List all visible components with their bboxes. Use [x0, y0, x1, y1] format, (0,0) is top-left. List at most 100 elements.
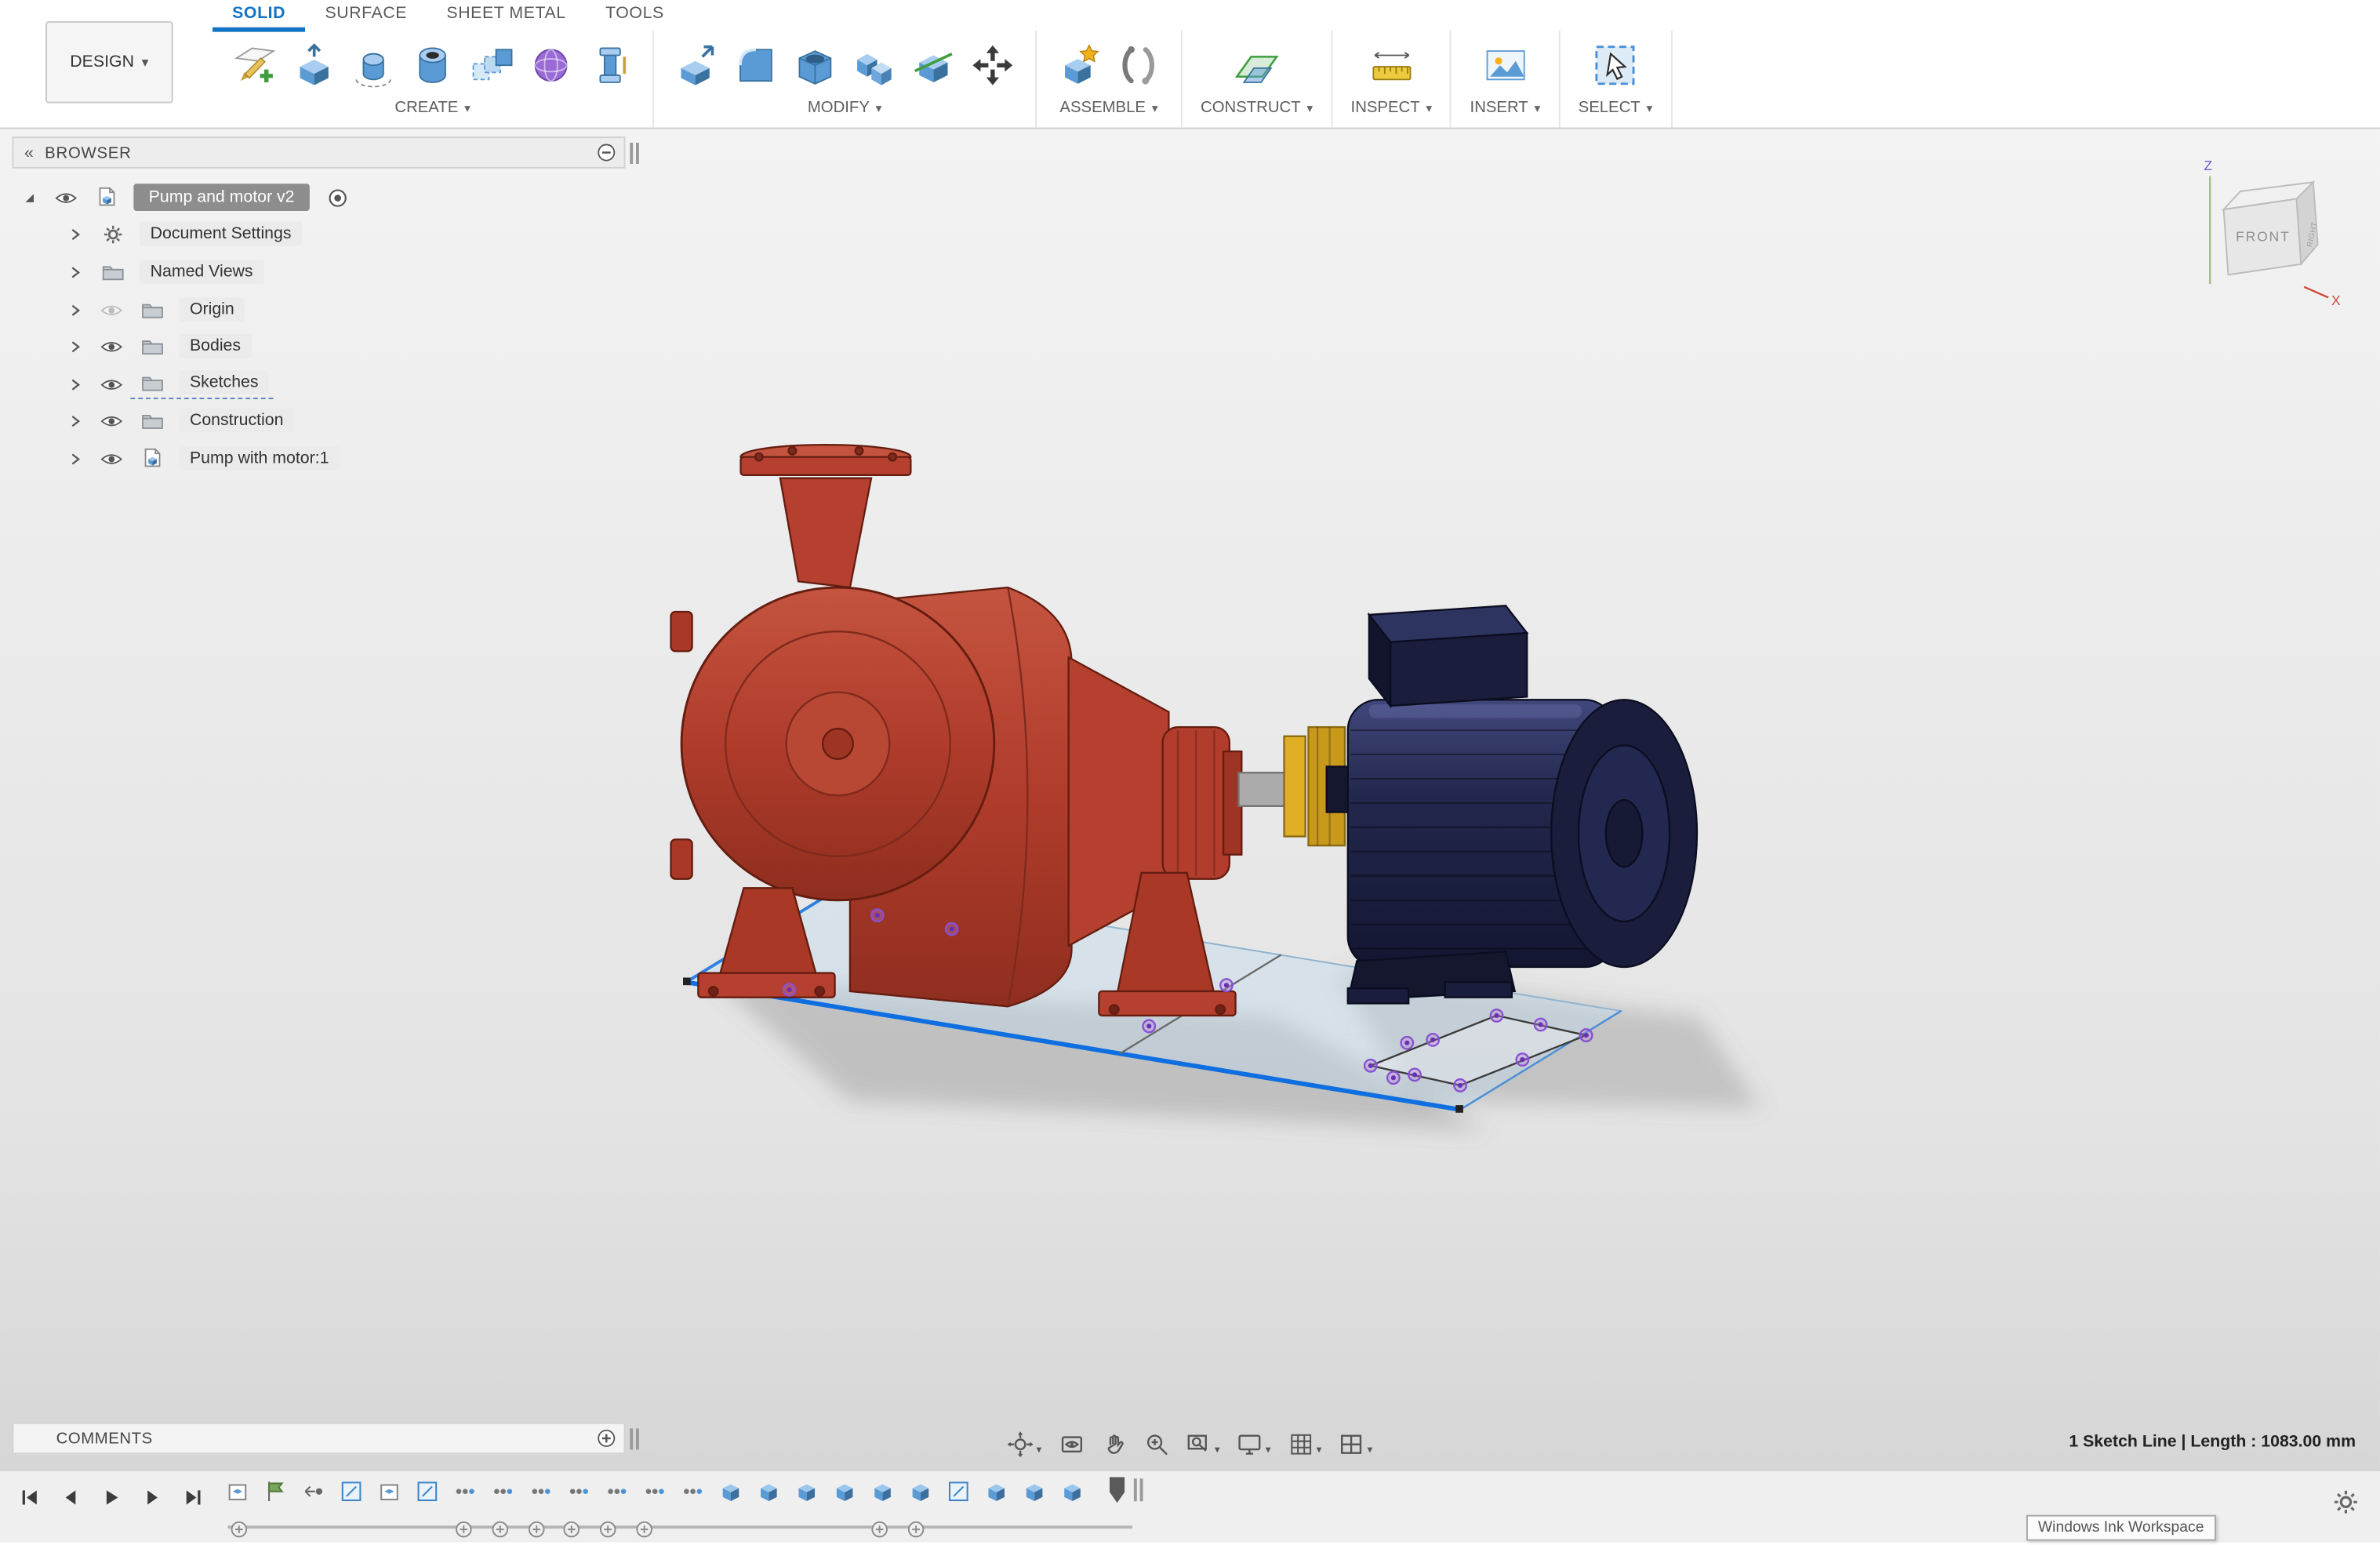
- timeline-feature-5-sketch-icon[interactable]: [414, 1478, 440, 1504]
- collapse-panel-icon[interactable]: «: [24, 144, 35, 162]
- browser-row-sketches[interactable]: Sketches: [58, 365, 626, 403]
- timeline-feature-19-sketch-icon[interactable]: [946, 1478, 972, 1504]
- measure-icon[interactable]: [1367, 41, 1415, 89]
- browser-row-pump-and-motor-v2[interactable]: Pump and motor v2: [12, 179, 625, 216]
- timeline-step-back-button[interactable]: [53, 1481, 87, 1512]
- timeline-feature-10-joint-icon[interactable]: [604, 1478, 630, 1504]
- timeline-group-marker[interactable]: [492, 1518, 508, 1535]
- timeline-skip-to-end-button[interactable]: [176, 1481, 210, 1512]
- rectangular-pattern-icon[interactable]: [467, 41, 516, 89]
- timeline-feature-17-extrude-icon[interactable]: [870, 1478, 896, 1504]
- comments-header[interactable]: COMMENTS: [12, 1423, 625, 1455]
- viewcube[interactable]: Z FRONT RIGHT X: [2198, 153, 2347, 307]
- timeline-feature-18-extrude-icon[interactable]: [907, 1478, 933, 1504]
- timeline-feature-16-extrude-icon[interactable]: [832, 1478, 858, 1504]
- timeline-feature-22-extrude-icon[interactable]: [1059, 1478, 1085, 1504]
- ribbon-group-label-construct[interactable]: CONSTRUCT▾: [1201, 99, 1313, 117]
- look-at-icon[interactable]: [1057, 1430, 1086, 1459]
- create-form-icon[interactable]: [527, 41, 576, 89]
- activate-component-radio[interactable]: [328, 188, 347, 208]
- tab-tools[interactable]: TOOLS: [586, 0, 684, 32]
- create-sketch-icon[interactable]: [231, 41, 279, 89]
- comments-expand-button[interactable]: [595, 1427, 616, 1449]
- ribbon-group-label-modify[interactable]: MODIFY▾: [808, 99, 882, 117]
- timeline-feature-0-component-icon[interactable]: [224, 1478, 250, 1504]
- fillet-icon[interactable]: [732, 41, 780, 89]
- workspace-switcher[interactable]: DESIGN ▾: [45, 21, 173, 104]
- move-copy-icon[interactable]: [968, 41, 1017, 89]
- timeline-feature-2-return-arrow-icon[interactable]: [300, 1478, 326, 1504]
- timeline-feature-1-flag-icon[interactable]: [263, 1478, 289, 1504]
- browser-row-pump-with-motor-1[interactable]: Pump with motor:1: [58, 441, 626, 478]
- visibility-eye-icon[interactable]: [91, 339, 130, 355]
- tab-sheet-metal[interactable]: SHEET METAL: [427, 0, 586, 32]
- timeline-feature-20-extrude-icon[interactable]: [983, 1478, 1009, 1504]
- timeline-slider[interactable]: [227, 1518, 1132, 1536]
- extrude-icon[interactable]: [290, 41, 339, 89]
- joint-icon[interactable]: [1114, 41, 1163, 89]
- revolve-icon[interactable]: [349, 41, 398, 89]
- timeline-feature-7-joint-icon[interactable]: [490, 1478, 516, 1504]
- viewports-icon[interactable]: ▾: [1337, 1430, 1374, 1459]
- comments-panel-resize-handle[interactable]: [630, 1428, 639, 1449]
- timeline-feature-8-joint-icon[interactable]: [529, 1478, 554, 1504]
- browser-panel-resize-handle[interactable]: [630, 143, 639, 164]
- visibility-eye-icon[interactable]: [91, 451, 130, 467]
- timeline-group-marker[interactable]: [231, 1518, 247, 1535]
- combine-icon[interactable]: [850, 41, 899, 89]
- ribbon-group-label-insert[interactable]: INSERT▾: [1470, 99, 1541, 117]
- zoom-icon[interactable]: [1142, 1430, 1171, 1459]
- pan-icon[interactable]: [1099, 1430, 1128, 1459]
- browser-options-button[interactable]: [595, 142, 616, 163]
- timeline-feature-11-joint-icon[interactable]: [642, 1478, 668, 1504]
- select-cursor-icon[interactable]: [1591, 41, 1640, 89]
- timeline-group-marker[interactable]: [636, 1518, 652, 1535]
- timeline-feature-6-joint-icon[interactable]: [452, 1478, 478, 1504]
- tab-solid[interactable]: SOLID: [213, 0, 305, 32]
- timeline-feature-13-extrude-icon[interactable]: [718, 1478, 744, 1504]
- expand-caret-icon[interactable]: [58, 415, 92, 428]
- new-component-icon[interactable]: [1055, 41, 1103, 89]
- timeline-group-marker[interactable]: [528, 1518, 544, 1535]
- visibility-eye-icon[interactable]: [45, 190, 85, 206]
- browser-row-named-views[interactable]: Named Views: [58, 254, 626, 292]
- browser-row-bodies[interactable]: Bodies: [58, 329, 626, 366]
- timeline-step-forward-button[interactable]: [135, 1481, 169, 1512]
- timeline-group-marker[interactable]: [564, 1518, 580, 1535]
- grid-settings-icon[interactable]: ▾: [1286, 1430, 1323, 1459]
- pump-shaft[interactable]: [1238, 772, 1290, 806]
- expand-caret-icon[interactable]: [58, 378, 92, 391]
- timeline-skip-to-start-button[interactable]: [12, 1481, 45, 1512]
- shell-icon[interactable]: [790, 41, 839, 89]
- timeline-group-marker[interactable]: [456, 1518, 472, 1535]
- timeline-feature-9-joint-icon[interactable]: [566, 1478, 592, 1504]
- timeline-feature-12-joint-icon[interactable]: [680, 1478, 706, 1504]
- split-body-icon[interactable]: [909, 41, 957, 89]
- pipe-icon[interactable]: [586, 41, 634, 89]
- visibility-eye-icon[interactable]: [91, 376, 130, 393]
- fit-icon[interactable]: ▾: [1184, 1430, 1221, 1459]
- ribbon-group-label-create[interactable]: CREATE▾: [394, 99, 470, 117]
- expand-caret-icon[interactable]: [58, 228, 92, 242]
- expand-caret-icon[interactable]: [58, 303, 92, 316]
- timeline-group-marker[interactable]: [600, 1518, 616, 1535]
- tab-surface[interactable]: SURFACE: [305, 0, 427, 32]
- browser-row-construction[interactable]: Construction: [58, 403, 626, 441]
- press-pull-icon[interactable]: [672, 41, 721, 89]
- timeline-feature-4-component-icon[interactable]: [376, 1478, 402, 1504]
- ribbon-group-label-select[interactable]: SELECT▾: [1579, 99, 1653, 117]
- insert-canvas-icon[interactable]: [1481, 41, 1529, 89]
- expand-caret-icon[interactable]: [58, 340, 92, 354]
- timeline-feature-21-extrude-icon[interactable]: [1022, 1478, 1048, 1504]
- viewport[interactable]: Z FRONT RIGHT X « BROWSER Pump and motor…: [0, 129, 2380, 1470]
- ribbon-group-label-assemble[interactable]: ASSEMBLE▾: [1059, 99, 1157, 117]
- visibility-eye-icon[interactable]: [91, 301, 130, 318]
- browser-row-origin[interactable]: Origin: [58, 291, 626, 329]
- ribbon-group-label-inspect[interactable]: INSPECT▾: [1351, 99, 1433, 117]
- timeline-group-marker[interactable]: [907, 1518, 924, 1535]
- visibility-eye-icon[interactable]: [91, 413, 130, 430]
- expand-triangle-icon[interactable]: [12, 191, 45, 204]
- expand-caret-icon[interactable]: [58, 266, 92, 279]
- construction-plane-icon[interactable]: [1233, 41, 1281, 89]
- settings-gear-icon[interactable]: [2331, 1489, 2359, 1517]
